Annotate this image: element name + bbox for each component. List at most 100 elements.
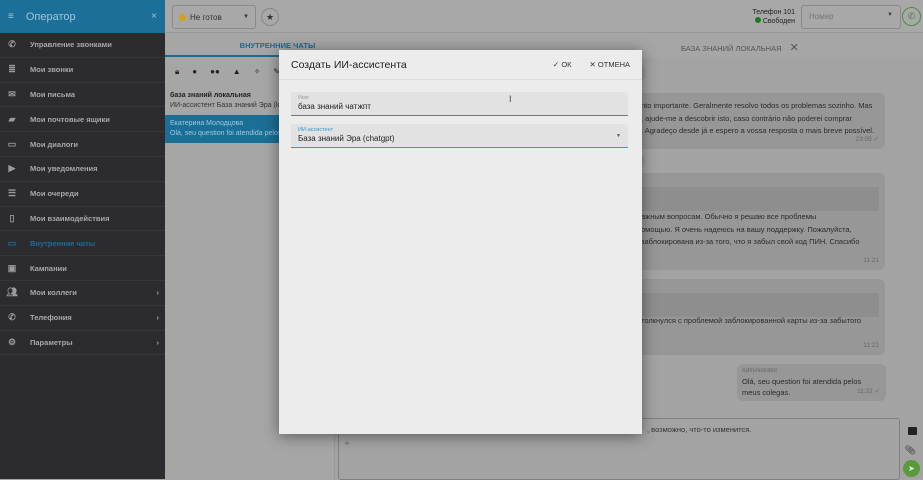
mailbox-icon: ▰ <box>8 113 16 124</box>
sidebar-item-label: Внутренние чаты <box>30 238 96 248</box>
sidebar-item[interactable]: ✆ Управление звонками <box>0 33 165 58</box>
message-time: 11:21 <box>863 256 879 264</box>
message-line: , ajude-me a descobrir isto, caso contrá… <box>641 113 852 123</box>
sidebar-item-label: Мои звонки <box>30 65 74 75</box>
chevron-down-icon: ▼ <box>887 12 893 18</box>
name-label: Имя <box>298 95 309 101</box>
image-icon[interactable] <box>908 427 917 435</box>
message-own: Administrator Olá, seu question foi aten… <box>737 364 886 401</box>
sidebar-item[interactable]: ✉ Мои письма <box>0 83 165 108</box>
sidebar-item-label: Мои диалоги <box>30 139 79 149</box>
favorites-button[interactable]: ★ <box>261 8 279 26</box>
sidebar-item-label: Мои письма <box>30 89 76 99</box>
ai-sparkle-icon[interactable]: ✧ <box>254 67 261 77</box>
name-field[interactable]: Имя база знаний чатжпт I <box>291 92 628 116</box>
tab-kb-label: БАЗА ЗНАНИЙ ЛОКАЛЬНАЯ <box>681 44 782 53</box>
message-line: nto importante. Geralmente resolvo todos… <box>641 101 873 110</box>
bell-icon[interactable]: ▲ <box>233 67 241 77</box>
tab-knowledge-base[interactable]: БАЗА ЗНАНИЙ ЛОКАЛЬНАЯ ✕ <box>681 41 799 54</box>
sidebar-item[interactable]: ✆ Телефония › <box>0 306 165 331</box>
message-line: заблокирована из-за того, что я забыл св… <box>641 237 860 246</box>
document-icon: ▯ <box>9 212 15 223</box>
sidebar-item[interactable]: ▭ Внутренние чаты <box>0 231 165 257</box>
people-icon: 👥︎ <box>6 287 18 298</box>
status-label: Не готов <box>190 12 222 22</box>
sidebar-item-label: Телефония <box>30 313 72 323</box>
text-cursor-icon: I <box>509 94 512 104</box>
message-line: омощью. Я очень надеюсь на вашу поддержк… <box>641 224 852 234</box>
chat-icon: ▭ <box>7 138 17 149</box>
phone-status-dot <box>754 17 761 23</box>
send-button[interactable]: ➤ <box>903 460 920 477</box>
check-icon: ✓ <box>552 60 560 69</box>
chat-icon: ▭ <box>7 237 17 248</box>
sidebar-item-label: Мои почтовые ящики <box>30 114 110 124</box>
menu-icon[interactable]: ≡ <box>8 11 14 22</box>
assistant-label: ИИ-ассистент <box>298 127 334 133</box>
message-time: 23:05 ✓ <box>855 135 879 143</box>
chevron-down-icon: ▼ <box>616 133 621 139</box>
mail-icon: ✉ <box>8 88 16 99</box>
sidebar-item-label: Мои взаимодействия <box>30 213 110 223</box>
message-author: Administrator <box>742 368 778 374</box>
number-placeholder: Номер <box>809 12 834 21</box>
top-bar: Не готов ▼ ★ Телефон 101 Свободен Номер ▼ ✆ <box>165 0 923 33</box>
dialog-header: Создать ИИ-ассистента ✓ ОК ✕ ОТМЕНА <box>279 50 642 80</box>
phone-label: Телефон 101 <box>752 9 795 16</box>
sidebar-item-label: Мои очереди <box>30 189 79 199</box>
assistant-value: База знаний Эра (chatgpt) <box>298 134 395 143</box>
message-line: ажным вопросам. Обычно я решаю все пробл… <box>641 212 817 221</box>
sidebar-item-label: Параметры <box>30 337 73 347</box>
assistant-select[interactable]: ИИ-ассистент База знаний Эра (chatgpt) ▼ <box>291 124 628 148</box>
chevron-right-icon: › <box>156 313 160 323</box>
briefcase-icon: ▣ <box>7 262 17 273</box>
close-icon[interactable]: × <box>151 11 157 22</box>
queue-icon: ☰ <box>7 188 17 199</box>
sidebar-item[interactable]: ⚙ Параметры › <box>0 331 165 356</box>
message-time: 11:22 ✓ <box>856 387 880 395</box>
sidebar-item[interactable]: ▭ Мои диалоги <box>0 132 165 157</box>
gear-icon: ⚙ <box>7 336 17 347</box>
ai-sparkle-icon[interactable]: ✧ <box>344 439 350 448</box>
status-select[interactable]: Не готов ▼ <box>172 5 256 29</box>
sidebar-item-label: Мои уведомления <box>30 164 98 174</box>
number-input[interactable]: Номер ▼ <box>801 5 901 29</box>
dialog-title: Создать ИИ-ассистента <box>291 58 407 71</box>
sidebar-title: Оператор <box>25 10 76 23</box>
cancel-button[interactable]: ✕ ОТМЕНА <box>590 60 630 69</box>
message-time: 11:21 <box>863 341 879 349</box>
create-ai-assistant-dialog: Создать ИИ-ассистента ✓ ОК ✕ ОТМЕНА Имя б… <box>279 50 642 434</box>
close-icon: ✕ <box>589 60 596 69</box>
sidebar: ≡ Оператор × ✆ Управление звонками ≣ Мои зв… <box>0 0 165 479</box>
sidebar-item-label: Мои коллеги <box>30 288 77 298</box>
sidebar-item[interactable]: ▰ Мои почтовые ящики <box>0 107 165 133</box>
chevron-right-icon: › <box>156 288 160 298</box>
message-line: . Agradeço desde já e espero a vossa res… <box>641 126 875 135</box>
ok-button[interactable]: ✓ ОК <box>553 60 572 69</box>
list-icon: ≣ <box>8 64 16 75</box>
phone-icon: ✆ <box>8 39 16 50</box>
person-icon[interactable]: ● <box>192 67 197 77</box>
chevron-down-icon: ▼ <box>243 14 249 20</box>
sidebar-header: ≡ Оператор × <box>0 0 165 33</box>
sidebar-item-label: Управление звонками <box>30 40 112 50</box>
sidebar-item[interactable]: ▣ Кампании <box>0 256 165 281</box>
sidebar-item[interactable]: ▯ Мои взаимодействия <box>0 207 165 232</box>
status-dot <box>179 13 186 21</box>
label-icon: ▶ <box>8 163 16 174</box>
sidebar-item[interactable]: 👥︎ Мои коллеги › <box>0 281 165 306</box>
phone-status-label: Свободен <box>762 18 795 25</box>
group-icon[interactable]: ●● <box>210 67 220 77</box>
name-value: база знаний чатжпт <box>298 102 371 111</box>
sidebar-item[interactable]: ≣ Мои звонки <box>0 58 165 83</box>
sidebar-item[interactable]: ▶ Мои уведомления <box>0 157 165 182</box>
attach-icon[interactable]: 📎︎ <box>905 445 916 456</box>
phone-status: Телефон 101 Свободен <box>752 8 795 26</box>
close-tab-icon[interactable]: ✕ <box>790 42 799 54</box>
call-button[interactable]: ✆ <box>902 7 921 26</box>
chevron-right-icon: › <box>156 337 160 347</box>
sidebar-item-label: Кампании <box>30 263 67 273</box>
phone-icon: ✆ <box>8 312 16 323</box>
lock-icon[interactable]: 🔒︎ <box>175 67 179 77</box>
sidebar-item[interactable]: ☰ Мои очереди <box>0 182 165 207</box>
